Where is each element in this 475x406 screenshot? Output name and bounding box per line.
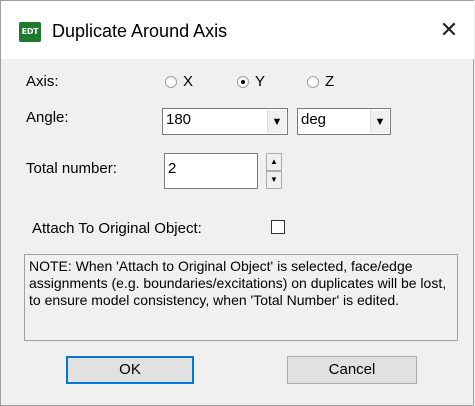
note-text: NOTE: When 'Attach to Original Object' i… — [24, 254, 458, 341]
dropdown-arrow-icon[interactable]: ▼ — [370, 110, 389, 133]
dropdown-arrow-icon[interactable]: ▼ — [267, 110, 286, 133]
spin-down-icon[interactable]: ▼ — [266, 171, 282, 189]
close-button[interactable]: ✕ — [431, 15, 467, 47]
angle-combobox[interactable]: 180 ▼ — [162, 108, 288, 135]
radio-x-label: X — [183, 73, 194, 90]
radio-axis-z[interactable]: Z — [307, 73, 334, 91]
dialog-title: Duplicate Around Axis — [52, 21, 228, 41]
radio-y-circle[interactable] — [237, 76, 249, 88]
attach-label: Attach To Original Object: — [32, 220, 202, 237]
radio-z-circle[interactable] — [307, 76, 319, 88]
total-number-label: Total number: — [26, 160, 117, 177]
attach-checkbox[interactable] — [271, 220, 285, 234]
dialog-window: EDT Duplicate Around Axis ✕ Axis: X Y Z … — [0, 0, 474, 406]
axis-label: Axis: — [26, 73, 59, 90]
radio-z-label: Z — [325, 73, 335, 90]
angle-unit-value: deg — [301, 111, 327, 128]
radio-y-label: Y — [255, 73, 266, 90]
app-icon: EDT — [19, 22, 41, 42]
title-bar[interactable]: EDT Duplicate Around Axis ✕ — [1, 1, 474, 59]
total-number-value: 2 — [168, 160, 177, 177]
radio-axis-x[interactable]: X — [165, 73, 193, 91]
angle-value: 180 — [166, 111, 192, 128]
spin-up-icon[interactable]: ▲ — [266, 153, 282, 171]
cancel-button[interactable]: Cancel — [287, 356, 417, 384]
radio-x-circle[interactable] — [165, 76, 177, 88]
total-number-input[interactable]: 2 — [164, 153, 258, 189]
angle-label: Angle: — [26, 109, 69, 126]
angle-unit-select[interactable]: deg ▼ — [297, 108, 391, 135]
radio-axis-y[interactable]: Y — [237, 73, 265, 91]
close-icon: ✕ — [439, 18, 459, 43]
ok-button[interactable]: OK — [66, 356, 194, 384]
